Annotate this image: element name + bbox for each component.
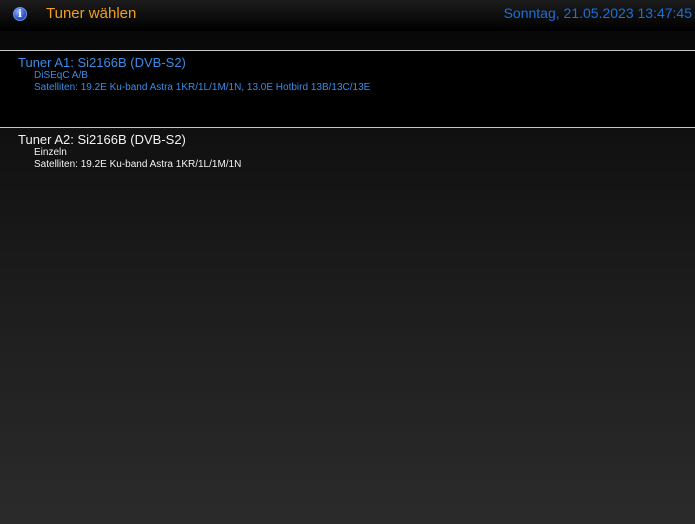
tuner-name: Tuner A2: Si2166B (DVB-S2) [18,132,186,147]
tuner-list: Tuner A1: Si2166B (DVB-S2) DiSEqC A/B Sa… [0,50,695,187]
tuner-name: Tuner A1: Si2166B (DVB-S2) [18,55,186,70]
tuner-satellites: Satelliten: 19.2E Ku-band Astra 1KR/1L/1… [34,82,371,93]
tuner-mode: Einzeln [34,147,67,158]
info-icon[interactable]: i [13,7,27,21]
header-bar: i Tuner wählen Sonntag, 21.05.2023 13:47… [0,0,695,31]
page-title: Tuner wählen [46,5,137,22]
tuner-item-a2[interactable]: Tuner A2: Si2166B (DVB-S2) Einzeln Satel… [0,127,695,187]
date-time: Sonntag, 21.05.2023 13:47:45 [503,5,692,21]
tuner-satellites: Satelliten: 19.2E Ku-band Astra 1KR/1L/1… [34,159,242,170]
tuner-item-a1[interactable]: Tuner A1: Si2166B (DVB-S2) DiSEqC A/B Sa… [0,50,695,127]
tuner-selection-screen: i Tuner wählen Sonntag, 21.05.2023 13:47… [0,0,695,524]
tuner-mode: DiSEqC A/B [34,70,88,81]
